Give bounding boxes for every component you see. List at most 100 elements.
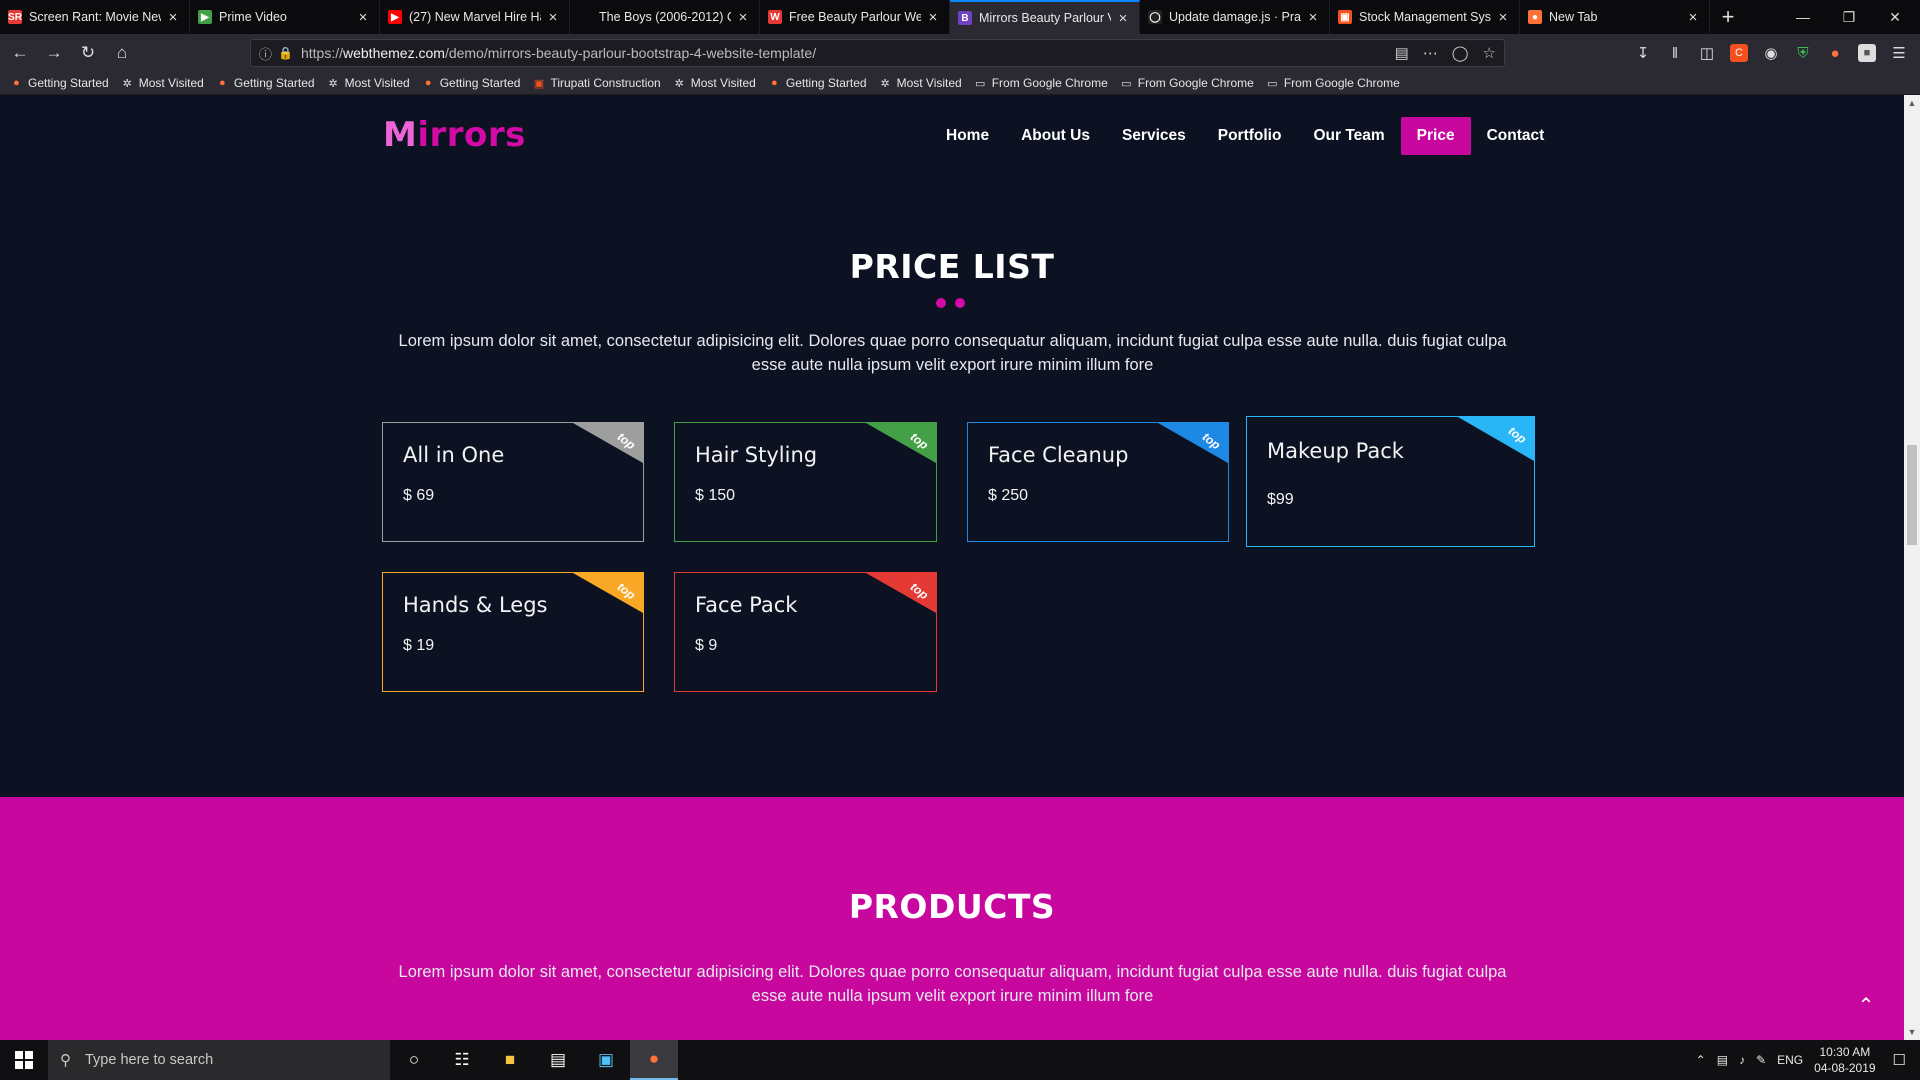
tab-close-icon[interactable]: × [1495,9,1511,26]
extension-icon[interactable]: C [1730,44,1748,62]
minimize-button[interactable]: — [1780,0,1826,34]
bookmark-star-icon[interactable]: ☆ [1483,44,1496,62]
pocket-icon[interactable]: ◯ [1452,44,1469,62]
price-intro-text: Lorem ipsum dolor sit amet, consectetur … [398,332,1507,374]
bookmark-item[interactable]: ✲ Most Visited [121,76,204,90]
products-intro-text: Lorem ipsum dolor sit amet, consectetur … [398,963,1507,1005]
nav-price[interactable]: Price [1400,117,1471,155]
info-icon[interactable]: ⓘ [259,44,272,63]
home-icon: ⌂ [116,43,128,62]
clock[interactable]: 10:30 AM 04-08-2019 [1814,1044,1875,1076]
start-button[interactable] [0,1040,48,1080]
bookmark-item[interactable]: ● Getting Started [768,76,867,90]
price-card-hair-styling[interactable]: top Hair Styling $ 150 [674,422,937,542]
bookmark-item[interactable]: ▭ From Google Chrome [1120,76,1254,90]
price-card-all-in-one[interactable]: top All in One $ 69 [382,422,644,542]
close-window-button[interactable]: ✕ [1872,0,1918,34]
tab-close-icon[interactable]: × [165,9,181,26]
gear-icon: ✲ [122,77,132,90]
chevron-up-icon[interactable]: ⌃ [1696,1053,1706,1067]
browser-tab[interactable]: ▶ Prime Video × [190,0,380,34]
nav-about-us[interactable]: About Us [1005,117,1106,155]
file-explorer-button[interactable]: ■ [486,1040,534,1080]
browser-tab[interactable]: W Free Beauty Parlour Web × [760,0,950,34]
bookmark-item[interactable]: ▭ From Google Chrome [1266,76,1400,90]
bookmark-item[interactable]: ✲ Most Visited [327,76,409,90]
tab-close-icon[interactable]: × [1115,10,1131,27]
bookmark-label: Getting Started [28,76,109,90]
extension-icon[interactable]: ● [1826,44,1844,62]
bookmark-item[interactable]: ✲ Most Visited [879,76,961,90]
network-icon[interactable]: ▤ [1717,1053,1728,1067]
profile-icon[interactable]: ■ [1858,44,1876,62]
price-card-hands-legs[interactable]: top Hands & Legs $ 19 [382,572,644,692]
nav-services[interactable]: Services [1106,117,1202,155]
tab-close-icon[interactable]: × [355,9,371,26]
task-view-button[interactable]: ☷ [438,1040,486,1080]
price-card-makeup-pack[interactable]: top Makeup Pack $99 [1246,416,1535,547]
store-button[interactable]: ▤ [534,1040,582,1080]
bookmark-item[interactable]: ● Getting Started [10,76,109,90]
pen-icon[interactable]: ✎ [1756,1053,1766,1067]
browser-tab[interactable]: The Boys (2006-2012) Chapte × [570,0,760,34]
taskbar-search[interactable]: ⚲ Type here to search [48,1040,390,1080]
bookmark-item[interactable]: ● Getting Started [422,76,521,90]
back-to-top-button[interactable]: ⌃ [1852,991,1880,1019]
browser-tab[interactable]: ● New Tab × [1520,0,1710,34]
shield-icon[interactable]: ⛨ [1794,44,1812,62]
tab-close-icon[interactable]: × [1685,9,1701,26]
bookmark-label: Getting Started [233,76,315,90]
tab-close-icon[interactable]: × [735,9,751,26]
back-button[interactable]: ← [4,38,36,68]
nav-our-team[interactable]: Our Team [1297,117,1400,155]
globe-icon[interactable]: ◉ [1762,44,1780,62]
bookmark-item[interactable]: ▣ Tirupati Construction [532,76,661,90]
bookmark-item[interactable]: ▭ From Google Chrome [974,76,1108,90]
scroll-down-arrow-icon[interactable]: ▼ [1904,1024,1920,1040]
page-actions-icon[interactable]: ⋯ [1423,44,1438,62]
home-button[interactable]: ⌂ [106,38,138,68]
nav-home[interactable]: Home [930,117,1005,155]
reader-view-icon[interactable]: ▤ [1395,44,1409,62]
tab-strip: SR Screen Rant: Movie New × ▶ Prime Video × ▶ (… [0,0,1920,34]
tab-close-icon[interactable]: × [925,9,941,26]
sidebar-icon[interactable]: ◫ [1698,44,1716,62]
library-icon[interactable]: ‖ [1666,44,1684,62]
cortana-button[interactable]: ○ [390,1040,438,1080]
scroll-up-arrow-icon[interactable]: ▲ [1904,95,1920,111]
browser-tab[interactable]: SR Screen Rant: Movie New × [0,0,190,34]
bookmark-item[interactable]: ● Getting Started [216,76,315,90]
notification-icon[interactable]: ☐ [1893,1051,1906,1069]
restore-button[interactable]: ❐ [1826,0,1872,34]
search-placeholder: Type here to search [85,1052,214,1068]
price-card-face-cleanup[interactable]: top Face Cleanup $ 250 [967,422,1229,542]
nav-contact[interactable]: Contact [1471,117,1561,155]
browser-tab[interactable]: ▣ Stock Management Syst × [1330,0,1520,34]
volume-icon[interactable]: ♪ [1739,1053,1745,1067]
browser-tab[interactable]: ◯ Update damage.js · Pran × [1140,0,1330,34]
forward-button[interactable]: → [38,38,70,68]
firefox-icon: ● [219,77,226,89]
tab-close-icon[interactable]: × [1305,9,1321,26]
new-tab-button[interactable]: + [1710,0,1746,34]
language-indicator[interactable]: ENG [1777,1053,1803,1067]
service-name: Face Pack [695,593,798,617]
browser-tab[interactable]: B Mirrors Beauty Parlour V × [950,0,1140,34]
browser-tab[interactable]: ▶ (27) New Marvel Hire Ha × [380,0,570,34]
nav-portfolio[interactable]: Portfolio [1202,117,1298,155]
tab-close-icon[interactable]: × [545,9,561,26]
downloads-icon[interactable]: ↧ [1634,44,1652,62]
firefox-taskbar-button[interactable]: ● [630,1040,678,1080]
windows-taskbar: ⚲ Type here to search ○ ☷ ■ ▤ ▣ ● ⌃ ▤ ♪ … [0,1040,1920,1080]
service-price: $ 250 [988,487,1029,504]
scrollbar-thumb[interactable] [1907,445,1917,545]
app-button[interactable]: ▣ [582,1040,630,1080]
reload-button[interactable]: ↻ [72,38,104,68]
title-divider-dots [936,298,965,308]
menu-icon[interactable]: ☰ [1890,44,1908,62]
page-scrollbar[interactable]: ▲ ▼ [1904,95,1920,1040]
price-card-face-pack[interactable]: top Face Pack $ 9 [674,572,937,692]
bookmark-item[interactable]: ✲ Most Visited [673,76,756,90]
address-bar[interactable]: ⓘ 🔒 https://webthemez.com/demo/mirrors-b… [250,39,1505,67]
site-logo[interactable]: Mirrors [383,115,526,155]
